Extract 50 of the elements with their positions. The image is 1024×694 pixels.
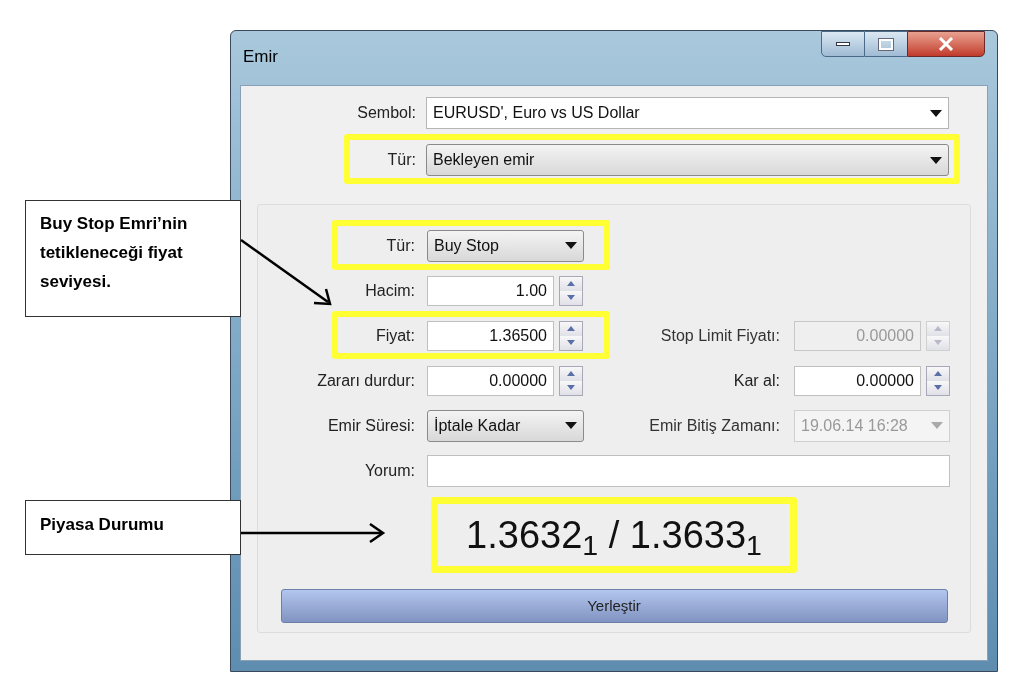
field-label: Tür: <box>385 235 415 256</box>
field-label: Emir Bitiş Zamanı: <box>648 415 780 436</box>
close-icon <box>938 37 954 51</box>
dropdown[interactable]: Buy Stop <box>427 229 584 262</box>
up-arrow-icon <box>933 370 943 377</box>
number-field[interactable]: 1.36500 <box>427 320 554 351</box>
field-label: Tür: <box>386 150 416 170</box>
dropdown-arrow-icon <box>565 242 577 249</box>
up-arrow-icon <box>566 370 576 377</box>
dropdown[interactable]: Bekleyen emir <box>426 144 949 176</box>
down-arrow-icon <box>566 339 576 346</box>
spin-buttons[interactable] <box>559 275 583 306</box>
spin-buttons[interactable] <box>926 365 950 396</box>
field-label: Stop Limit Fiyatı: <box>659 325 780 346</box>
field-label: Hacim: <box>364 280 415 301</box>
comment-field[interactable] <box>427 454 950 487</box>
minimize-button[interactable] <box>821 31 865 57</box>
dropdown[interactable]: EURUSD', Euro vs US Dollar <box>426 97 949 129</box>
up-arrow-icon <box>566 280 576 287</box>
field-label: Zararı durdur: <box>316 370 415 391</box>
field-label: Yorum: <box>363 460 415 481</box>
down-arrow-icon <box>933 384 943 391</box>
number-field[interactable]: 1.00 <box>427 275 554 306</box>
spin-buttons[interactable] <box>559 320 583 351</box>
field-label: Fiyat: <box>374 325 415 346</box>
callout-box: Piyasa Durumu <box>25 500 241 555</box>
down-arrow-icon <box>566 384 576 391</box>
down-arrow-icon <box>566 294 576 301</box>
down-arrow-icon <box>933 339 943 346</box>
maximize-icon <box>879 38 893 50</box>
dropdown-arrow-icon <box>565 422 577 429</box>
minimize-icon <box>836 42 850 46</box>
dropdown-arrow-icon <box>931 422 943 429</box>
maximize-button[interactable] <box>865 31 907 57</box>
up-arrow-icon <box>933 325 943 332</box>
dropdown-arrow-icon <box>930 109 942 117</box>
field-label: Kar al: <box>732 370 780 391</box>
close-button[interactable] <box>907 31 985 57</box>
field-label: Sembol: <box>356 103 416 123</box>
place-order-button[interactable]: Yerleştir <box>280 589 948 623</box>
callout-box: Buy Stop Emri’nin tetikleneceği fiyat seviyesi. <box>25 200 241 317</box>
up-arrow-icon <box>566 325 576 332</box>
number-field[interactable]: 0.00000 <box>427 365 554 396</box>
spin-buttons[interactable] <box>559 365 583 396</box>
price-quote: 1.3632$_{1}$ / 1.3633$_{1}$ <box>466 514 762 556</box>
dropdown-arrow-icon <box>930 156 942 164</box>
field-label: Emir Süresi: <box>326 415 415 436</box>
window-title: Emir <box>243 46 278 69</box>
dropdown[interactable]: İptale Kadar <box>427 409 584 442</box>
number-field[interactable]: 0.00000 <box>794 365 921 396</box>
